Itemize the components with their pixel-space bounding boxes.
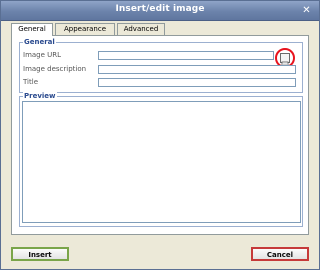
preview-area <box>22 101 301 223</box>
dialog-title: Insert/edit image <box>115 4 205 14</box>
image-description-input[interactable] <box>98 65 296 74</box>
tab-advanced[interactable]: Advanced <box>117 23 165 35</box>
insert-button[interactable]: Insert <box>11 247 69 261</box>
image-url-label: Image URL <box>23 51 62 59</box>
preview-fieldset: Preview <box>19 92 303 227</box>
cancel-button[interactable]: Cancel <box>251 247 309 261</box>
close-icon: ✕ <box>302 5 311 16</box>
general-legend: General <box>23 38 56 47</box>
title-input[interactable] <box>98 78 296 87</box>
tab-appearance[interactable]: Appearance <box>55 23 115 35</box>
general-fieldset: General Image URL Image description Titl… <box>19 38 303 93</box>
close-button[interactable]: ✕ <box>300 4 313 17</box>
tab-general[interactable]: General <box>11 23 53 36</box>
image-description-label: Image description <box>23 65 87 73</box>
preview-legend: Preview <box>23 92 57 101</box>
general-tab-panel: General Image URL Image description Titl… <box>11 35 309 235</box>
browse-button[interactable] <box>280 53 290 69</box>
insert-edit-image-dialog: Insert/edit image ✕ General Appearance A… <box>0 0 320 270</box>
title-bar[interactable]: Insert/edit image ✕ <box>1 1 319 21</box>
title-label: Title <box>23 78 39 86</box>
image-url-input[interactable] <box>98 51 274 60</box>
